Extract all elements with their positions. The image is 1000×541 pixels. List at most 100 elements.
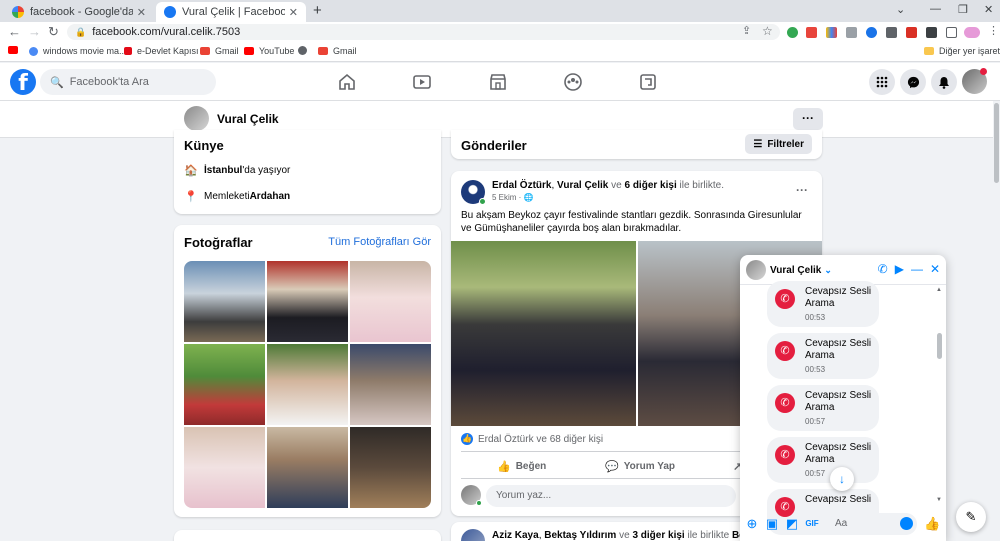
photos-title[interactable]: Fotoğraflar xyxy=(184,235,253,250)
tab-facebook-profile[interactable]: Vural Çelik | Facebook ✕ xyxy=(156,2,306,22)
comment-button[interactable]: 💬 Yorum Yap xyxy=(605,460,675,473)
lives-in-city[interactable]: İstanbul xyxy=(204,165,242,176)
photo-thumbnail[interactable] xyxy=(184,427,265,508)
photo-thumbnail[interactable] xyxy=(350,427,431,508)
side-panel-icon[interactable] xyxy=(946,27,957,38)
bookmark-star-icon[interactable]: ☆ xyxy=(762,24,773,38)
tab-google-search[interactable]: facebook - Google'da Ara ✕ xyxy=(4,2,154,22)
post-date[interactable]: 5 Ekim · 🌐 xyxy=(492,193,534,202)
restore-icon[interactable]: ❐ xyxy=(958,3,968,16)
bookmark-windows-movie[interactable]: windows movie ma... xyxy=(29,46,127,56)
minimize-icon[interactable]: — xyxy=(911,262,923,276)
forward-icon[interactable]: → xyxy=(28,24,41,39)
chat-contact-name[interactable]: Vural Çelik ⌄ xyxy=(770,265,832,276)
scroll-to-bottom-button[interactable]: ↓ xyxy=(830,467,854,491)
close-window-icon[interactable]: ✕ xyxy=(984,3,993,16)
extension-icon[interactable] xyxy=(806,27,817,38)
menu-icon[interactable]: ⋮ xyxy=(988,24,999,37)
video-camera-icon[interactable]: ▶ xyxy=(895,262,904,276)
chevron-down-icon[interactable]: ⌄ xyxy=(896,3,905,16)
photo-thumbnail[interactable] xyxy=(267,427,348,508)
extension-icon[interactable] xyxy=(846,27,857,38)
photo-thumbnail[interactable] xyxy=(267,261,348,342)
menu-grid-icon[interactable] xyxy=(869,69,895,95)
tagged-others-link[interactable]: 6 diğer kişi xyxy=(624,180,676,191)
extension-icon[interactable] xyxy=(906,27,917,38)
minimize-icon[interactable]: — xyxy=(930,3,941,15)
tab-close-icon[interactable]: ✕ xyxy=(137,6,146,19)
reload-icon[interactable]: ↻ xyxy=(48,24,59,40)
groups-icon[interactable] xyxy=(563,72,583,92)
post-more-button[interactable]: ··· xyxy=(796,183,808,197)
watch-icon[interactable] xyxy=(412,72,432,92)
photo-thumbnail[interactable] xyxy=(184,344,265,425)
page-scrollbar[interactable] xyxy=(993,101,1000,541)
close-icon[interactable]: ✕ xyxy=(930,262,940,276)
marketplace-icon[interactable] xyxy=(488,72,508,92)
new-message-button[interactable]: ✎ xyxy=(956,502,986,532)
comment-input[interactable]: Yorum yaz... xyxy=(486,485,736,507)
tagged-others-link[interactable]: 3 diğer kişi xyxy=(632,530,684,541)
back-icon[interactable]: ← xyxy=(8,24,21,39)
scroll-down-icon[interactable]: ▼ xyxy=(936,497,942,503)
bookmark-gmail[interactable]: Gmail xyxy=(318,46,357,56)
post-author-link[interactable]: Erdal Öztürk xyxy=(492,180,551,191)
profile-icon[interactable] xyxy=(964,27,980,38)
photo-thumbnail[interactable] xyxy=(267,344,348,425)
extension-icon[interactable] xyxy=(886,27,897,38)
filters-button[interactable]: ☰ Filtreler xyxy=(745,134,812,154)
plus-circle-icon[interactable]: ⊕ xyxy=(744,516,760,532)
other-bookmarks[interactable]: Diğer yer işaretleri xyxy=(924,46,1000,56)
new-tab-button[interactable]: + xyxy=(313,2,322,19)
share-icon[interactable]: ⇪ xyxy=(742,24,751,37)
facebook-logo[interactable]: f xyxy=(10,69,36,96)
extension-icon[interactable] xyxy=(866,27,877,38)
photo-thumbnail[interactable] xyxy=(350,344,431,425)
gaming-icon[interactable] xyxy=(638,72,658,92)
hometown-city[interactable]: Ardahan xyxy=(250,191,291,202)
see-all-photos-link[interactable]: Tüm Fotoğrafları Gör xyxy=(328,236,431,248)
bookmark-globe[interactable] xyxy=(298,46,312,55)
post-author-link[interactable]: Aziz Kaya xyxy=(492,530,539,541)
reaction-summary[interactable]: 👍 Erdal Öztürk ve 68 diğer kişi xyxy=(461,433,603,445)
bookmark-edevlet[interactable]: e-Devlet Kapısı xyxy=(124,46,199,56)
photo-thumbnail[interactable] xyxy=(184,261,265,342)
thumbs-up-icon[interactable]: 👍 xyxy=(924,516,940,532)
url-field[interactable]: 🔒 facebook.com/vural.celik.7503 xyxy=(67,24,780,40)
facebook-search-input[interactable]: 🔍 Facebook'ta Ara xyxy=(40,69,216,95)
phone-icon[interactable]: ✆ xyxy=(878,262,888,276)
tab-close-icon[interactable]: ✕ xyxy=(289,6,298,19)
tagged-user-link[interactable]: Vural Çelik xyxy=(557,180,608,191)
bookmark-youtube[interactable]: YouTube xyxy=(244,46,294,56)
bell-icon[interactable] xyxy=(931,69,957,95)
avatar[interactable] xyxy=(461,529,485,541)
emoji-icon[interactable] xyxy=(900,517,913,530)
lock-icon[interactable]: 🔒 xyxy=(75,27,86,38)
missed-call-message[interactable]: ✆ Cevapsız Sesli Arama 00:53 xyxy=(767,333,879,379)
bookmark-youtube[interactable] xyxy=(8,46,23,54)
photo-icon[interactable]: ▣ xyxy=(764,516,780,532)
extension-icon[interactable] xyxy=(787,27,798,38)
like-button[interactable]: 👍 Beğen xyxy=(497,460,546,473)
home-icon[interactable] xyxy=(337,72,357,92)
missed-call-message[interactable]: ✆ Cevapsız Sesli Arama 00:53 xyxy=(767,281,879,327)
tagged-user-link[interactable]: Bektaş Yıldırım xyxy=(544,530,616,541)
scrollbar-thumb[interactable] xyxy=(937,333,942,359)
bookmark-gmail[interactable]: Gmail xyxy=(200,46,239,56)
missed-call-message[interactable]: ✆ Cevapsız Sesli Arama 00:57 xyxy=(767,385,879,431)
scrollbar-thumb[interactable] xyxy=(994,103,999,183)
gif-icon[interactable]: GIF xyxy=(804,516,820,532)
more-options-button[interactable]: ··· xyxy=(793,108,823,130)
scroll-up-icon[interactable]: ▲ xyxy=(936,287,942,293)
chat-scrollbar[interactable]: ▲ ▼ xyxy=(936,287,943,503)
puzzle-icon[interactable] xyxy=(926,27,937,38)
avatar[interactable] xyxy=(184,106,209,131)
messenger-icon[interactable] xyxy=(900,69,926,95)
profile-name[interactable]: Vural Çelik xyxy=(217,112,279,126)
avatar[interactable] xyxy=(746,260,766,280)
missed-call-message[interactable]: ✆ Cevapsız Sesli Arama 00:57 xyxy=(767,437,879,483)
post-photo[interactable] xyxy=(451,241,636,426)
photo-thumbnail[interactable] xyxy=(350,261,431,342)
sticker-icon[interactable]: ◩ xyxy=(784,516,800,532)
extension-icon[interactable] xyxy=(826,27,837,38)
